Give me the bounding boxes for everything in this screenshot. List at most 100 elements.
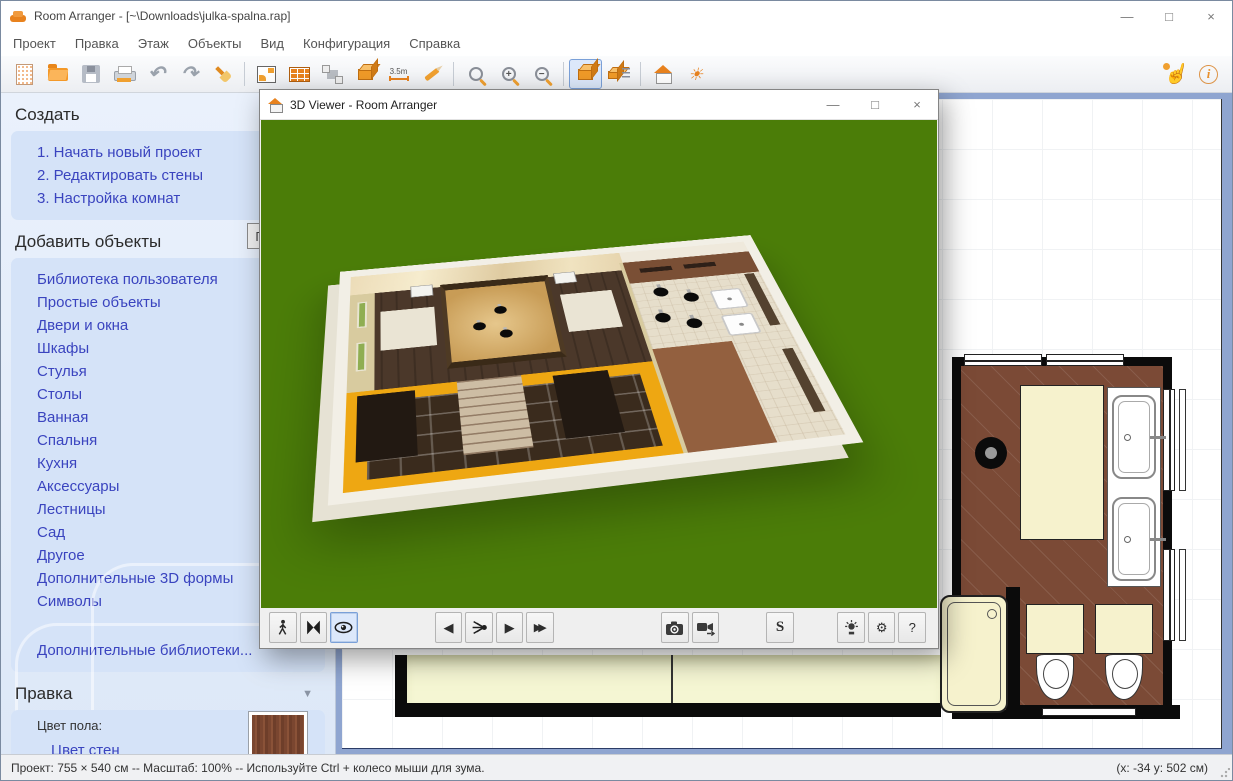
fast-forward-icon[interactable]: ▶▶ — [526, 612, 554, 643]
3d-rug — [380, 307, 437, 351]
3d-rug — [560, 290, 623, 332]
wall-color-link[interactable]: Цвет стен — [51, 742, 120, 754]
help-icon[interactable]: ? — [898, 612, 926, 643]
3d-left-wall — [347, 293, 375, 393]
window-title: Room Arranger - [~\Downloads\julka-spaln… — [34, 9, 290, 23]
3d-shoe-rack — [457, 375, 534, 455]
paint-icon[interactable] — [206, 59, 239, 89]
room-plan-icon[interactable] — [250, 59, 283, 89]
menu-item[interactable]: Справка — [409, 36, 460, 51]
fly-icon[interactable] — [300, 612, 328, 643]
3d-pendant-lamp — [685, 318, 704, 329]
app-logo-sofa-icon — [10, 11, 26, 22]
menu-item[interactable]: Этаж — [138, 36, 169, 51]
close-button[interactable]: × — [1190, 1, 1232, 31]
viewer-maximize-button[interactable]: □ — [854, 90, 896, 119]
object-list-icon[interactable] — [602, 59, 635, 89]
viewer-minimize-button[interactable]: — — [812, 90, 854, 119]
collapse-section-icon[interactable]: ▼ — [302, 688, 313, 700]
new-project-icon[interactable] — [8, 59, 41, 89]
light-rays-icon[interactable] — [465, 612, 493, 643]
3d-vent — [639, 266, 672, 273]
save-icon[interactable] — [74, 59, 107, 89]
settings-icon[interactable]: ⚙ — [868, 612, 896, 643]
3d-pendant-lamp — [654, 312, 673, 323]
3d-pendant-lamp — [682, 292, 700, 302]
plan-window — [1163, 549, 1175, 641]
select-icon[interactable] — [316, 59, 349, 89]
walk-icon[interactable] — [269, 612, 297, 643]
rotate-icon[interactable]: S — [766, 612, 794, 643]
3d-sink — [720, 312, 761, 336]
view-3d-icon[interactable] — [569, 59, 602, 89]
prev-icon[interactable]: ◀ — [435, 612, 463, 643]
3d-pendant-lamp — [652, 287, 670, 297]
lamp-icon[interactable] — [837, 612, 865, 643]
plan-wardrobe-room — [395, 655, 941, 717]
status-bar: Проект: 755 × 540 см -- Масштаб: 100% --… — [1, 754, 1232, 780]
viewer-title: 3D Viewer - Room Arranger — [290, 98, 437, 112]
viewer-title-bar[interactable]: 3D Viewer - Room Arranger — □ × — [260, 90, 938, 120]
plan-window — [1046, 354, 1124, 366]
play-icon[interactable]: ▶ — [496, 612, 524, 643]
cursor-coordinates: (x: -34 y: 502 см) — [1116, 761, 1222, 775]
viewer-close-button[interactable]: × — [896, 90, 938, 119]
camera-icon[interactable] — [661, 612, 689, 643]
plan-window — [964, 354, 1042, 366]
video-icon[interactable] — [692, 612, 720, 643]
3d-sink — [709, 288, 749, 310]
resize-grip[interactable] — [1220, 768, 1230, 778]
menu-item[interactable]: Правка — [75, 36, 119, 51]
plan-sink — [1112, 497, 1156, 581]
viewer-3d-viewport[interactable] — [261, 120, 937, 609]
redo-icon[interactable]: ↷ — [173, 59, 206, 89]
effects-icon[interactable]: ☀ — [679, 59, 712, 89]
open-icon[interactable] — [41, 59, 74, 89]
viewer-window: 3D Viewer - Room Arranger — □ × — [259, 89, 939, 649]
wall-icon[interactable] — [283, 59, 316, 89]
undo-icon[interactable]: ↶ — [140, 59, 173, 89]
menu-item[interactable]: Проект — [13, 36, 56, 51]
add-object-icon[interactable] — [349, 59, 382, 89]
maximize-button[interactable]: □ — [1148, 1, 1190, 31]
measure-icon[interactable]: 3.5m — [382, 59, 415, 89]
plan-window — [1163, 389, 1175, 491]
viewer-toolbar: ◀ ▶ ▶▶ S ⚙ ? — [261, 608, 937, 647]
draw-wall-icon[interactable] — [415, 59, 448, 89]
toolbar-separator — [640, 62, 641, 86]
zoom-out-icon[interactable]: − — [525, 59, 558, 89]
house-3d-icon[interactable] — [646, 59, 679, 89]
3d-window — [356, 342, 367, 372]
3d-nightstand — [553, 271, 577, 284]
toolbar-separator — [563, 62, 564, 86]
zoom-fit-icon[interactable] — [459, 59, 492, 89]
3d-window — [357, 302, 367, 329]
viewer-house-icon — [268, 98, 283, 111]
info-icon[interactable]: i — [1192, 59, 1225, 89]
3d-bed — [440, 275, 567, 369]
plan-window-frame — [1179, 389, 1186, 491]
3d-scene — [328, 235, 863, 505]
status-left-text: Проект: 755 × 540 см -- Масштаб: 100% --… — [11, 761, 485, 775]
plan-ceiling-lamp — [975, 437, 1007, 469]
3d-nightstand — [410, 285, 433, 298]
title-bar: Room Arranger - [~\Downloads\julka-spaln… — [1, 1, 1232, 31]
edit-section-title: Правка ▼ — [1, 672, 335, 710]
eye-icon[interactable] — [330, 612, 358, 643]
edit-section: Цвет пола: Цвет стен — [11, 710, 325, 754]
minimize-button[interactable]: — — [1106, 1, 1148, 31]
menu-item[interactable]: Конфигурация — [303, 36, 390, 51]
pointer-icon[interactable]: ☝ — [1159, 59, 1192, 89]
3d-bathroom-soffit — [623, 251, 760, 283]
plan-sink — [1112, 395, 1156, 479]
print-icon[interactable] — [107, 59, 140, 89]
menu-item[interactable]: Вид — [260, 36, 284, 51]
menu-item[interactable]: Объекты — [188, 36, 242, 51]
3d-counter — [782, 348, 825, 412]
toolbar-separator — [453, 62, 454, 86]
plan-window — [1042, 708, 1136, 716]
menu-bar: Проект Правка Этаж Объекты Вид Конфигурация Сп… — [1, 31, 1232, 56]
3d-closet-door — [356, 390, 418, 462]
floor-color-swatch[interactable] — [249, 712, 307, 754]
zoom-in-icon[interactable]: + — [492, 59, 525, 89]
